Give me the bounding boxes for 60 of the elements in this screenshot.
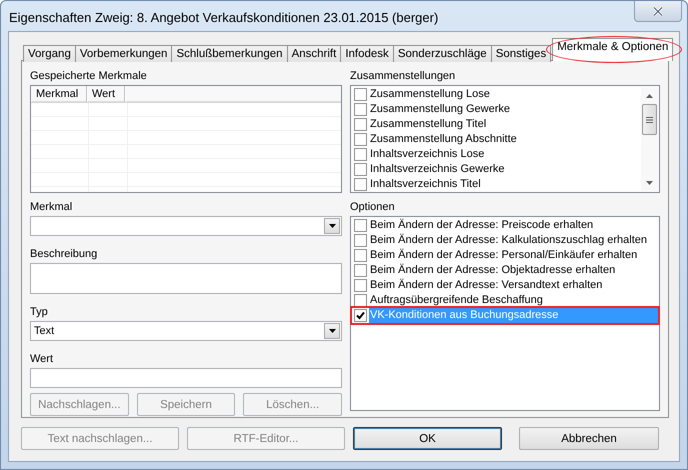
caret-icon bbox=[328, 329, 336, 333]
combo-box[interactable]: Text bbox=[30, 321, 342, 341]
list-item[interactable]: Inhaltsverzeichnis Titel bbox=[369, 177, 482, 192]
dropdown-button[interactable] bbox=[324, 323, 340, 339]
column-header[interactable]: Wert bbox=[87, 86, 125, 102]
list-item[interactable]: Beim Ändern der Adresse: Preiscode erhalten bbox=[369, 218, 594, 233]
checkbox[interactable] bbox=[354, 148, 367, 161]
list-item[interactable]: Zusammenstellung Gewerke bbox=[369, 102, 512, 117]
tab[interactable]: Vorbemerkungen bbox=[74, 45, 172, 62]
list-item[interactable]: Auftragsübergreifende Beschaffung bbox=[369, 293, 544, 308]
field-label: Merkmal bbox=[30, 200, 74, 215]
description-field[interactable] bbox=[30, 263, 342, 294]
grip-icon bbox=[646, 116, 653, 122]
dropdown-button[interactable] bbox=[324, 218, 340, 234]
checkbox[interactable] bbox=[354, 178, 367, 191]
field-label: Beschreibung bbox=[30, 247, 98, 262]
tab[interactable]: Anschrift bbox=[286, 45, 342, 62]
window-title: Eigenschaften Zweig: 8. Angebot Verkaufskonditionen 23.01.2015 (berger) bbox=[8, 9, 438, 25]
list-item[interactable]: Inhaltsverzeichnis Gewerke bbox=[369, 162, 506, 177]
close-icon bbox=[653, 6, 663, 16]
dialog-button[interactable]: OK bbox=[353, 427, 502, 450]
value-field[interactable] bbox=[30, 368, 342, 388]
list-item[interactable]: Beim Ändern der Adresse: Kalkulationszuschlag erhalten bbox=[369, 233, 648, 248]
section-label: Zusammenstellungen bbox=[350, 69, 456, 84]
tab[interactable]: Infodesk bbox=[340, 45, 394, 62]
list-item[interactable]: Zusammenstellung Lose bbox=[369, 87, 491, 102]
list-item[interactable]: Zusammenstellung Abschnitte bbox=[369, 132, 518, 147]
checkbox[interactable] bbox=[354, 279, 367, 292]
list-item[interactable]: Zusammenstellung Titel bbox=[369, 117, 488, 132]
checkbox[interactable] bbox=[354, 103, 367, 116]
field-label: Wert bbox=[30, 352, 54, 367]
checkbox[interactable] bbox=[354, 234, 367, 247]
checkbox[interactable] bbox=[354, 118, 367, 131]
scroll-down-icon[interactable] bbox=[646, 180, 653, 184]
tab[interactable]: Merkmale & Optionen bbox=[552, 38, 674, 61]
field-label: Typ bbox=[30, 305, 49, 320]
scroll-up-icon[interactable] bbox=[646, 94, 653, 98]
checkbox[interactable] bbox=[354, 219, 367, 232]
column-header[interactable]: Merkmal bbox=[31, 86, 87, 102]
checkbox[interactable] bbox=[354, 88, 367, 101]
checkbox[interactable] bbox=[354, 133, 367, 146]
checkbox[interactable] bbox=[354, 264, 367, 277]
checkbox[interactable] bbox=[354, 249, 367, 262]
section-label: Optionen bbox=[350, 200, 396, 215]
scrollbar[interactable] bbox=[641, 87, 658, 191]
section-label: Gespeicherte Merkmale bbox=[30, 69, 148, 84]
checkbox[interactable] bbox=[354, 294, 367, 307]
list-item[interactable]: Beim Ändern der Adresse: Objektadresse erhalten bbox=[369, 263, 616, 278]
caret-icon bbox=[328, 224, 336, 228]
list-item[interactable]: Beim Ändern der Adresse: Versandtext erhalten bbox=[369, 278, 604, 293]
tab[interactable]: Sonderzuschläge bbox=[392, 45, 492, 62]
close-button[interactable] bbox=[634, 1, 682, 22]
tab[interactable]: Sonstiges bbox=[490, 45, 552, 62]
list-item[interactable]: Beim Ändern der Adresse: Personal/Einkäufer erhalten bbox=[369, 248, 638, 263]
checkbox[interactable] bbox=[354, 309, 367, 322]
checkbox[interactable] bbox=[354, 163, 367, 176]
tab[interactable]: Vorgang bbox=[23, 45, 76, 62]
tab[interactable]: Schlußbemerkungen bbox=[171, 45, 288, 62]
list-item[interactable]: Inhaltsverzeichnis Lose bbox=[369, 147, 486, 162]
dialog-button[interactable]: Abbrechen bbox=[519, 427, 659, 450]
